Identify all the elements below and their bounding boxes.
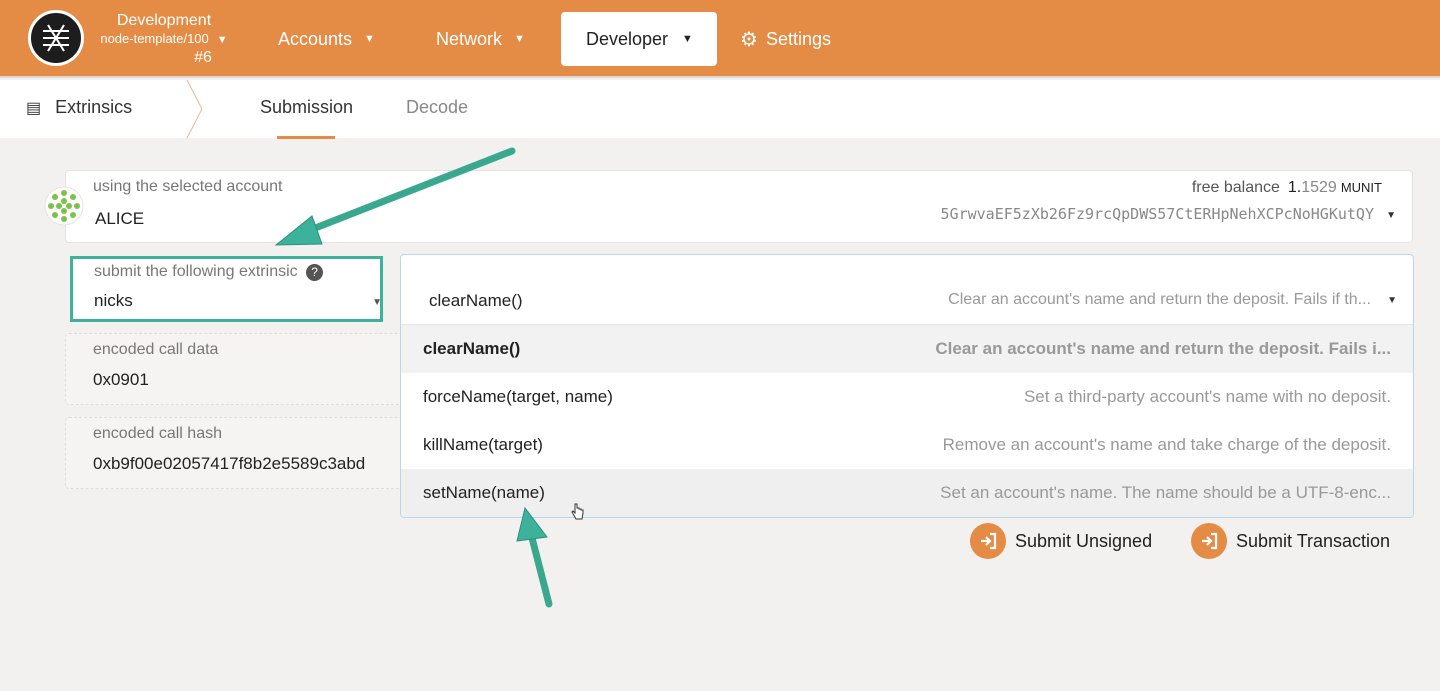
nav-network[interactable]: Network ▼ [422, 12, 539, 66]
encoded-call-hash: encoded call hash 0xb9f00e02057417f8b2e5… [65, 417, 405, 489]
block-number: #6 [194, 49, 212, 66]
balance-decimals: 1529 [1301, 179, 1337, 196]
nav-accounts-label: Accounts [278, 28, 353, 49]
section-title: Extrinsics [55, 97, 133, 117]
option-desc: Clear an account's name and return the d… [935, 339, 1391, 358]
call-data-label: encoded call data [93, 341, 219, 358]
annotation-arrow-setname [516, 506, 553, 608]
extrinsic-label-text: submit the following extrinsic [94, 263, 298, 280]
nav-settings-label: Settings [765, 28, 831, 49]
chain-name: Development [116, 12, 212, 29]
option-name: killName(target) [423, 435, 543, 454]
chevron-down-icon: ▼ [216, 34, 228, 46]
submit-transaction-label: Submit Transaction [1236, 530, 1391, 551]
sign-in-icon [970, 523, 1006, 559]
extrinsic-pallet-selector[interactable]: submit the following extrinsic ? nicks ▼ [70, 256, 383, 322]
option-desc: Set a third-party account's name with no… [1023, 387, 1391, 406]
call-hash-value[interactable]: 0xb9f00e02057417f8b2e5589c3abd [93, 454, 365, 474]
option-name: clearName() [423, 339, 521, 358]
call-data-value[interactable]: 0x0901 [93, 370, 149, 390]
chevron-down-icon: ▼ [514, 33, 525, 45]
chevron-down-icon[interactable]: ▼ [1386, 210, 1396, 221]
identicon-avatar [44, 186, 84, 226]
chevron-down-icon: ▼ [372, 297, 382, 308]
balance-unit: MUNIT [1340, 180, 1382, 195]
active-tab-indicator [277, 136, 335, 139]
breadcrumb-separator [186, 80, 203, 138]
option-desc: Set an account's name. The name should b… [940, 483, 1391, 502]
option-desc: Remove an account's name and take charge… [942, 435, 1391, 454]
method-option-killName[interactable]: killName(target) Remove an account's nam… [401, 421, 1413, 469]
call-hash-label: encoded call hash [93, 425, 222, 442]
chevron-down-icon: ▼ [1387, 295, 1397, 306]
chain-info[interactable]: Development node-template/100 ▼ #6 [94, 12, 234, 67]
submit-unsigned-label: Submit Unsigned [1015, 530, 1153, 551]
submit-unsigned-button[interactable]: Submit Unsigned [970, 522, 1152, 560]
encoded-call-data: encoded call data 0x0901 [65, 333, 405, 405]
extrinsic-label: submit the following extrinsic ? [94, 263, 324, 281]
chevron-down-icon: ▼ [682, 33, 693, 45]
free-balance: free balance 1.1529 MUNIT [1192, 179, 1382, 197]
logo-icon [43, 24, 69, 52]
method-dropdown[interactable]: clearName() Clear an account's name and … [400, 254, 1414, 518]
hand-cursor-icon [571, 503, 584, 520]
method-option-setName[interactable]: setName(name) Set an account's name. The… [401, 469, 1413, 517]
chevron-down-icon: ▼ [364, 33, 375, 45]
method-option-clearName[interactable]: clearName() Clear an account's name and … [401, 325, 1413, 373]
nav-accounts[interactable]: Accounts ▼ [262, 12, 391, 66]
extrinsics-section: ▤ Extrinsics [26, 97, 132, 118]
account-label: using the selected account [93, 178, 283, 195]
nav-settings[interactable]: ⚙ Settings [740, 12, 831, 66]
account-selector[interactable]: using the selected account ALICE free ba… [65, 170, 1413, 243]
pallet-value: nicks [94, 291, 133, 310]
chain-runtime: node-template/100 [100, 31, 209, 46]
method-dropdown-selected[interactable]: clearName() Clear an account's name and … [401, 255, 1413, 325]
option-name: forceName(target, name) [423, 387, 613, 406]
substrate-logo[interactable] [28, 10, 84, 66]
method-option-forceName[interactable]: forceName(target, name) Set a third-part… [401, 373, 1413, 421]
nav-developer-label: Developer [586, 28, 669, 49]
sub-navigation: ▤ Extrinsics Submission Decode [0, 80, 1440, 139]
selected-method-desc: Clear an account's name and return the d… [948, 291, 1371, 308]
top-bar: Development node-template/100 ▼ #6 Accoun… [0, 0, 1440, 78]
nav-network-label: Network [436, 28, 503, 49]
free-balance-label: free balance [1191, 179, 1280, 196]
help-icon[interactable]: ? [306, 264, 324, 281]
extrinsics-icon: ▤ [26, 99, 42, 117]
sign-in-icon [1191, 523, 1227, 559]
gear-icon: ⚙ [740, 28, 758, 51]
balance-integer: 1. [1287, 179, 1302, 196]
selected-method-name: clearName() [429, 291, 523, 310]
account-name: ALICE [95, 209, 145, 228]
tab-decode[interactable]: Decode [406, 97, 468, 118]
option-name: setName(name) [423, 483, 545, 502]
tab-submission[interactable]: Submission [260, 97, 353, 118]
submit-transaction-button[interactable]: Submit Transaction [1191, 522, 1390, 560]
account-address: 5GrwvaEF5zXb26Fz9rcQpDWS57CtERHpNehXCPcN… [940, 205, 1374, 223]
nav-developer[interactable]: Developer ▼ [561, 12, 717, 66]
